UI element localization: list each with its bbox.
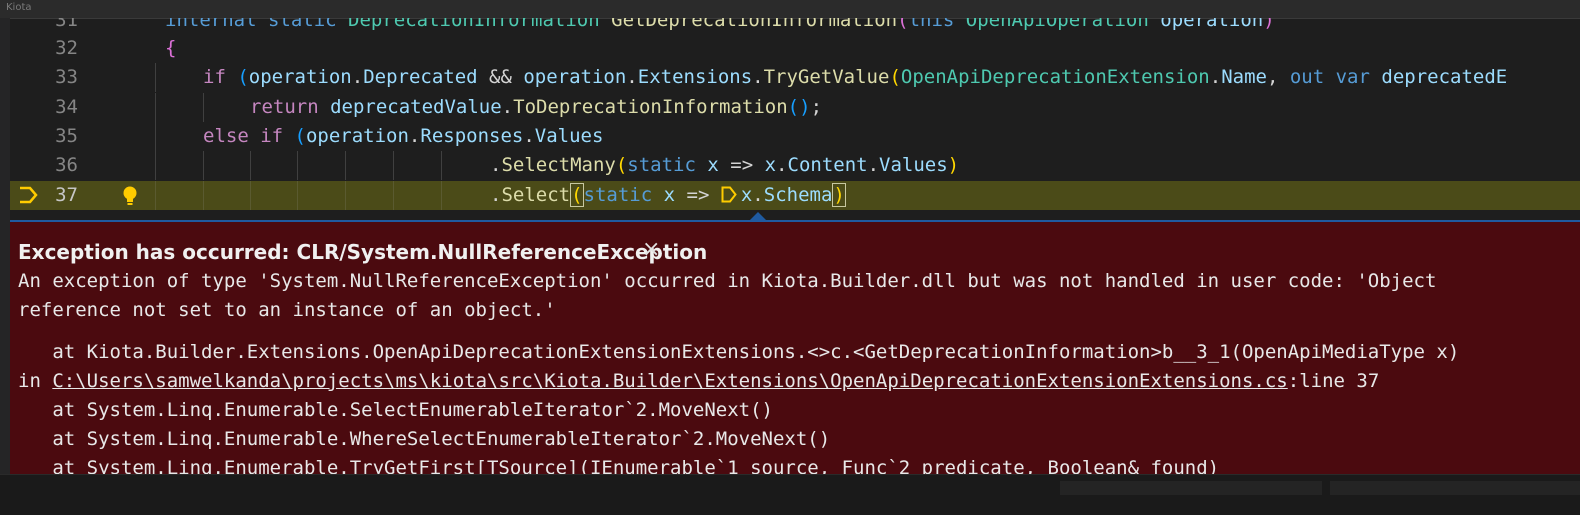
- indent-guide: [297, 151, 298, 180]
- indent-guide: [297, 181, 298, 210]
- lightbulb-icon[interactable]: [120, 185, 140, 207]
- indent-guide: [203, 151, 204, 180]
- code-line-37-current[interactable]: 37 .Select(static x => x.Schema): [10, 181, 1580, 210]
- exception-title: Exception has occurred: CLR/System.NullR…: [18, 240, 708, 264]
- close-icon[interactable]: ×: [642, 237, 660, 262]
- indent-guide: [203, 93, 204, 122]
- blurred-tab: [1060, 481, 1322, 495]
- window-title: Kiota: [6, 2, 32, 13]
- title-bar: Kiota: [0, 0, 1580, 19]
- exception-widget: Exception has occurred: CLR/System.NullR…: [10, 220, 1580, 476]
- stack-frame-1: at Kiota.Builder.Extensions.OpenApiDepre…: [18, 341, 1460, 363]
- indent-guide: [250, 151, 251, 180]
- code-text: return deprecatedValue.ToDeprecationInfo…: [250, 96, 823, 118]
- code-text: .SelectMany(static x => x.Content.Values…: [490, 154, 960, 176]
- indent-guide: [441, 151, 442, 180]
- code-line-32[interactable]: 32 {: [10, 34, 1580, 63]
- indent-guide: [345, 151, 346, 180]
- indent-guide: [250, 181, 251, 210]
- code-line-33[interactable]: 33 if (operation.Deprecated && operation…: [10, 63, 1580, 92]
- code-line-34[interactable]: 34 return deprecatedValue.ToDeprecationI…: [10, 93, 1580, 122]
- line-number: 35: [55, 125, 78, 147]
- stack-frame-1-location: in C:\Users\samwelkanda\projects\ms\kiot…: [18, 369, 1379, 393]
- indent-guide: [155, 181, 156, 210]
- line-number: 36: [55, 154, 78, 176]
- indent-guide: [155, 151, 156, 180]
- stack-frame-1-prefix: in: [18, 370, 53, 392]
- indent-guide: [155, 93, 156, 122]
- indent-guide: [393, 151, 394, 180]
- blurred-tab: [1330, 481, 1580, 495]
- exception-message-line-2: reference not set to an instance of an o…: [18, 299, 556, 321]
- stack-frame-3: at System.Linq.Enumerable.WhereSelectEnu…: [18, 428, 831, 450]
- code-line-35[interactable]: 35 else if (operation.Responses.Values: [10, 122, 1580, 151]
- indent-guide: [155, 63, 156, 92]
- inline-breakpoint-icon[interactable]: [721, 186, 737, 203]
- line-number: 32: [55, 37, 78, 59]
- bottom-panel: [0, 474, 1580, 515]
- indent-guide: [155, 122, 156, 151]
- code-text: .Select(static x => x.Schema): [490, 183, 846, 207]
- indent-guide: [345, 181, 346, 210]
- stack-frame-4: at System.Linq.Enumerable.TryGetFirst[TS…: [18, 457, 1220, 476]
- indent-guide: [393, 181, 394, 210]
- code-text: {: [165, 37, 177, 59]
- stack-frame-1-suffix: :line 37: [1287, 370, 1380, 392]
- line-number: 33: [55, 66, 78, 88]
- exception-message-line-1: An exception of type 'System.NullReferen…: [18, 270, 1437, 292]
- stack-frame-2: at System.Linq.Enumerable.SelectEnumerab…: [18, 399, 773, 421]
- code-line-36[interactable]: 36 .SelectMany(static x => x.Content.Val…: [10, 151, 1580, 180]
- activity-strip: [0, 18, 10, 498]
- indent-guide: [441, 181, 442, 210]
- source-file-link[interactable]: C:\Users\samwelkanda\projects\ms\kiota\s…: [52, 370, 1287, 392]
- exception-pointer: [750, 212, 766, 220]
- line-number: 37: [55, 184, 78, 206]
- indent-guide: [203, 181, 204, 210]
- code-text: if (operation.Deprecated && operation.Ex…: [203, 66, 1508, 88]
- code-text: else if (operation.Responses.Values: [203, 125, 604, 147]
- line-number: 34: [55, 96, 78, 118]
